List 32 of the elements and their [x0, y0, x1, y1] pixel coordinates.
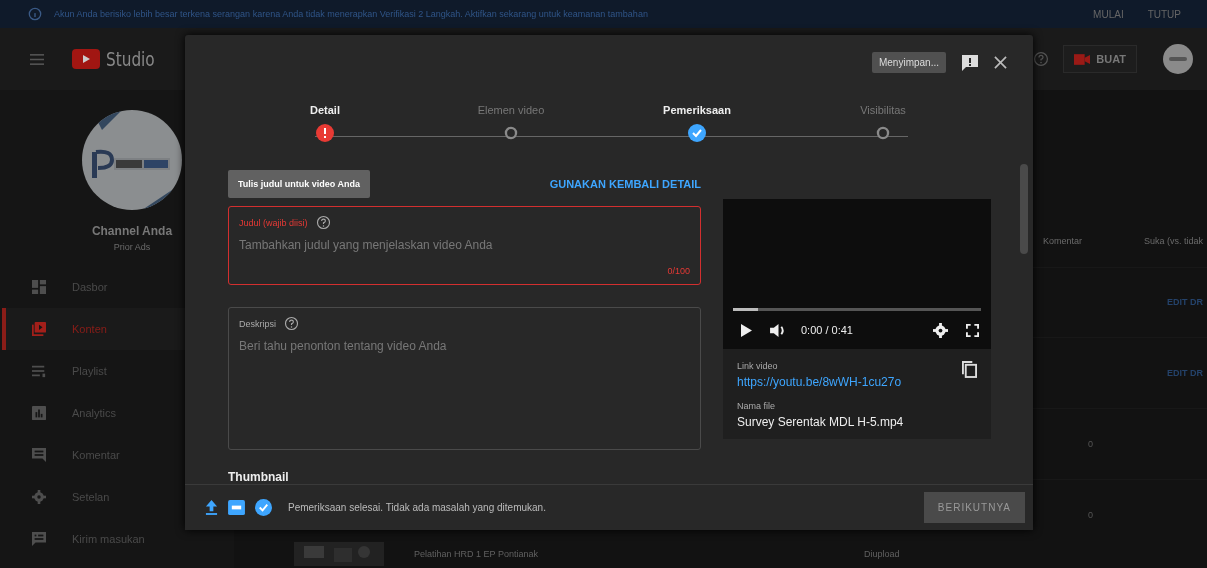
file-name-label: Nama file: [737, 401, 776, 411]
create-button[interactable]: BUAT: [1063, 45, 1137, 73]
step-label[interactable]: Detail: [310, 104, 340, 116]
banner-button[interactable]: TUTUP: [1141, 8, 1187, 20]
video-status: Diupload: [864, 548, 900, 559]
column-header: Komentar: [1043, 235, 1083, 246]
video-player[interactable]: 0:00 / 0:41: [723, 199, 991, 349]
video-link[interactable]: https://youtu.be/8wWH-1cu27o: [737, 375, 902, 389]
step-label[interactable]: Elemen video: [477, 104, 545, 116]
title-input[interactable]: Tambahkan judul yang menjelaskan video Anda: [239, 238, 690, 252]
video-time: 0:00 / 0:41: [801, 324, 853, 336]
banner-message: Akun Anda berisiko lebih besar terkena serangan karena Anda tidak menerapkan Verifikasi 2 Langkah. Aktifkan sekarang untuk keamanan tambahan: [54, 9, 649, 19]
column-header: Suka (vs. tidak: [1143, 235, 1203, 246]
tooltip: Tulis judul untuk video Anda: [228, 170, 370, 198]
channel-name: Prior Ads: [113, 242, 151, 252]
edit-draft-link[interactable]: EDIT DR: [1167, 297, 1203, 308]
save-status-badge: Menyimpan...: [871, 52, 946, 73]
link-label: Link video: [737, 361, 779, 371]
step-label[interactable]: Pemeriksaan: [663, 104, 731, 116]
check-status-message: Pemeriksaan selesai. Tidak ada masalah yang ditemukan.: [288, 502, 546, 513]
section-heading: Thumbnail: [228, 470, 290, 484]
step-label[interactable]: Visibilitas: [860, 104, 906, 116]
edit-draft-link[interactable]: EDIT DR: [1167, 368, 1203, 379]
channel-title: Channel Anda: [91, 224, 173, 238]
reuse-details-button[interactable]: GUNAKAN KEMBALI DETAIL: [549, 178, 701, 190]
banner-button[interactable]: MULAI: [1087, 8, 1130, 20]
description-field[interactable]: Deskripsi Beri tahu penonton tentang video Anda: [228, 307, 701, 450]
description-input[interactable]: Beri tahu penonton tentang video Anda: [239, 339, 690, 441]
studio-logo: Studio: [106, 47, 155, 71]
video-title: Pelatihan HRD 1 EP Pontianak: [414, 548, 539, 559]
title-field[interactable]: Judul (wajib diisi) Tambahkan judul yang menjelaskan video Anda 0/100: [228, 206, 701, 286]
file-name: Survey Serentak MDL H-5.mp4: [737, 415, 905, 429]
